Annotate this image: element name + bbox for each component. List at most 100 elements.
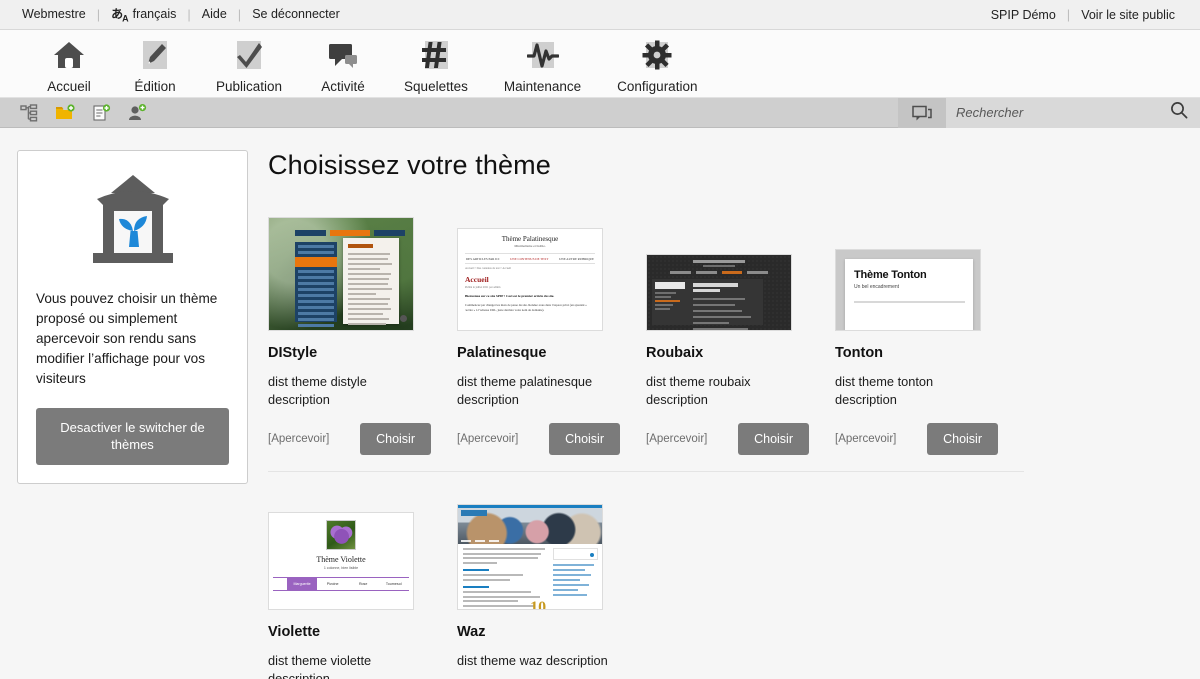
thumb-subtitle: Un bel encadrement [854, 284, 900, 290]
card-actions: [Apercevoir] Choisir [835, 423, 998, 455]
thumbnail-wrapper [268, 211, 431, 331]
pulse-icon [526, 36, 559, 74]
card-actions: [Apercevoir] Choisir [457, 423, 620, 455]
pencil-icon [140, 36, 170, 74]
theme-description: dist theme distyle description [268, 374, 367, 407]
thumb-heading: Accueil [465, 275, 489, 284]
top-bar-left: Webmestre | あA français | Aide | Se déco… [14, 5, 351, 24]
thumb-nav: DES ARTICLES PAR ICI UNE CONTENUS DE TEX… [465, 253, 595, 264]
thumb-subtitle: 1 colonne, bien lisible [323, 566, 359, 570]
hash-icon [421, 36, 451, 74]
top-bar-right: SPIP Démo | Voir le site public [980, 7, 1186, 22]
theme-thumbnail-violette[interactable]: Thème Violette 1 colonne, bien lisible M… [268, 512, 414, 610]
nav-label-maintenance: Maintenance [503, 79, 582, 94]
gear-icon [641, 36, 673, 74]
topbar-link-site-name[interactable]: SPIP Démo [980, 8, 1067, 22]
sub-toolbar-icons [0, 102, 148, 124]
choose-button[interactable]: Choisir [927, 423, 998, 455]
main-content: Choisissez votre thème DIStyle dist them… [258, 150, 1200, 679]
nav-item-activite[interactable]: Activité [300, 30, 386, 94]
thumb-breadcrumb: Accueil > Des contenus de test > Accueil [465, 267, 512, 270]
preview-link[interactable]: [Apercevoir] [457, 433, 518, 445]
nav-label-accueil: Accueil [47, 79, 91, 94]
messages-icon[interactable] [898, 97, 946, 128]
theme-card-roubaix: Roubaix dist theme roubaix description [… [646, 211, 809, 455]
page-body: Vous pouvez choisir un thème proposé ou … [0, 128, 1200, 679]
preview-link[interactable]: [Apercevoir] [646, 433, 707, 445]
nav-item-squelettes[interactable]: Squelettes [386, 30, 486, 94]
nav-item-maintenance[interactable]: Maintenance [486, 30, 599, 94]
theme-thumbnail-waz[interactable]: 10 [457, 504, 603, 610]
choose-button[interactable]: Choisir [738, 423, 809, 455]
topbar-view-site-label: Voir le site public [1081, 7, 1175, 22]
thumb-subtitle: Minimalisme et lisible. [514, 244, 546, 248]
thumb-paragraph: Commencez par changer les mots de passe … [465, 303, 587, 312]
disable-theme-switcher-button[interactable]: Desactiver le switcher de thèmes [36, 407, 229, 465]
theme-thumbnail-roubaix[interactable] [646, 254, 792, 331]
new-user-icon[interactable] [126, 102, 148, 124]
topbar-link-webmestre[interactable]: Webmestre [14, 7, 97, 21]
choose-button[interactable]: Choisir [360, 423, 431, 455]
new-article-icon[interactable] [90, 102, 112, 124]
thumbnail-wrapper: 10 [457, 490, 620, 610]
preview-link[interactable]: [Apercevoir] [835, 433, 896, 445]
nav-label-activite: Activité [321, 79, 365, 94]
topbar-link-logout[interactable]: Se déconnecter [241, 7, 351, 21]
theme-name: Roubaix [646, 345, 704, 361]
theme-card-waz: 10 Waz dist theme waz description [457, 490, 620, 679]
nav-item-configuration[interactable]: Configuration [599, 30, 715, 94]
choose-button[interactable]: Choisir [549, 423, 620, 455]
nav-label-configuration: Configuration [617, 79, 698, 94]
topbar-webmestre-label: Webmestre [22, 7, 86, 22]
speech-bubble-icon [326, 36, 360, 74]
thumb-logo-number: 10 [530, 598, 547, 610]
topbar-link-language[interactable]: あA français [100, 5, 187, 23]
thumb-title: Thème Palatinesque [501, 235, 559, 243]
theme-thumbnail-distyle[interactable] [268, 217, 414, 331]
thumbnail-wrapper [646, 211, 809, 331]
thumb-lead: Bienvenue sur ce site SPIP ! Ceci est le… [465, 294, 555, 298]
theme-name: Tonton [835, 345, 884, 361]
theme-name: DIStyle [268, 345, 318, 361]
topbar-site-name-label: SPIP Démo [990, 7, 1056, 22]
violet-flower-icon [326, 520, 356, 550]
new-folder-icon[interactable] [54, 102, 76, 124]
main-navigation: Accueil Édition Publication Activité Squ… [0, 30, 1200, 98]
search-input[interactable] [956, 105, 1164, 120]
thumbnail-wrapper: Thème Violette 1 colonne, bien lisible M… [268, 490, 431, 610]
theme-thumbnail-palatinesque[interactable]: Thème Palatinesque Minimalisme et lisibl… [457, 228, 603, 331]
theme-name: Waz [457, 624, 486, 640]
theme-card-tonton: Thème Tonton Un bel encadrement Tonton d… [835, 211, 998, 455]
nav-label-squelettes: Squelettes [404, 79, 468, 94]
check-icon [234, 36, 264, 74]
search-box[interactable] [946, 97, 1200, 128]
sub-toolbar [0, 97, 1200, 128]
thumb-meta: Publié le juillet 2021 par admin [465, 286, 501, 289]
theme-switcher-info-text: Vous pouvez choisir un thème proposé ou … [36, 291, 218, 387]
thumb-tabs: Marguerite Pivoine Rose Tournesol [273, 577, 409, 591]
card-actions: [Apercevoir] Choisir [646, 423, 809, 455]
theme-name: Violette [268, 624, 321, 640]
nav-item-publication[interactable]: Publication [198, 30, 300, 94]
topbar-logout-label: Se déconnecter [252, 7, 340, 22]
theme-thumbnail-tonton[interactable]: Thème Tonton Un bel encadrement [835, 249, 981, 331]
nav-item-edition[interactable]: Édition [112, 30, 198, 94]
theme-card-palatinesque: Thème Palatinesque Minimalisme et lisibl… [457, 211, 620, 455]
search-icon[interactable] [1170, 101, 1188, 124]
nav-item-accueil[interactable]: Accueil [26, 30, 112, 94]
theme-switcher-info-card: Vous pouvez choisir un thème proposé ou … [17, 150, 248, 484]
thumb-title: Thème Tonton [854, 269, 927, 281]
card-actions: [Apercevoir] Choisir [268, 423, 431, 455]
topbar-link-aide[interactable]: Aide [191, 7, 238, 21]
sidebar: Vous pouvez choisir un thème proposé ou … [0, 150, 258, 679]
theme-card-violette: Thème Violette 1 colonne, bien lisible M… [268, 490, 431, 679]
nav-label-publication: Publication [216, 79, 283, 94]
top-bar: Webmestre | あA français | Aide | Se déco… [0, 0, 1200, 30]
home-icon [52, 36, 86, 74]
theme-name: Palatinesque [457, 345, 547, 361]
theme-description: dist theme waz description [457, 653, 608, 668]
sitemap-icon[interactable] [18, 102, 40, 124]
topbar-link-view-public-site[interactable]: Voir le site public [1070, 8, 1186, 22]
preview-link[interactable]: [Apercevoir] [268, 433, 329, 445]
theme-description: dist theme tonton description [835, 374, 934, 407]
